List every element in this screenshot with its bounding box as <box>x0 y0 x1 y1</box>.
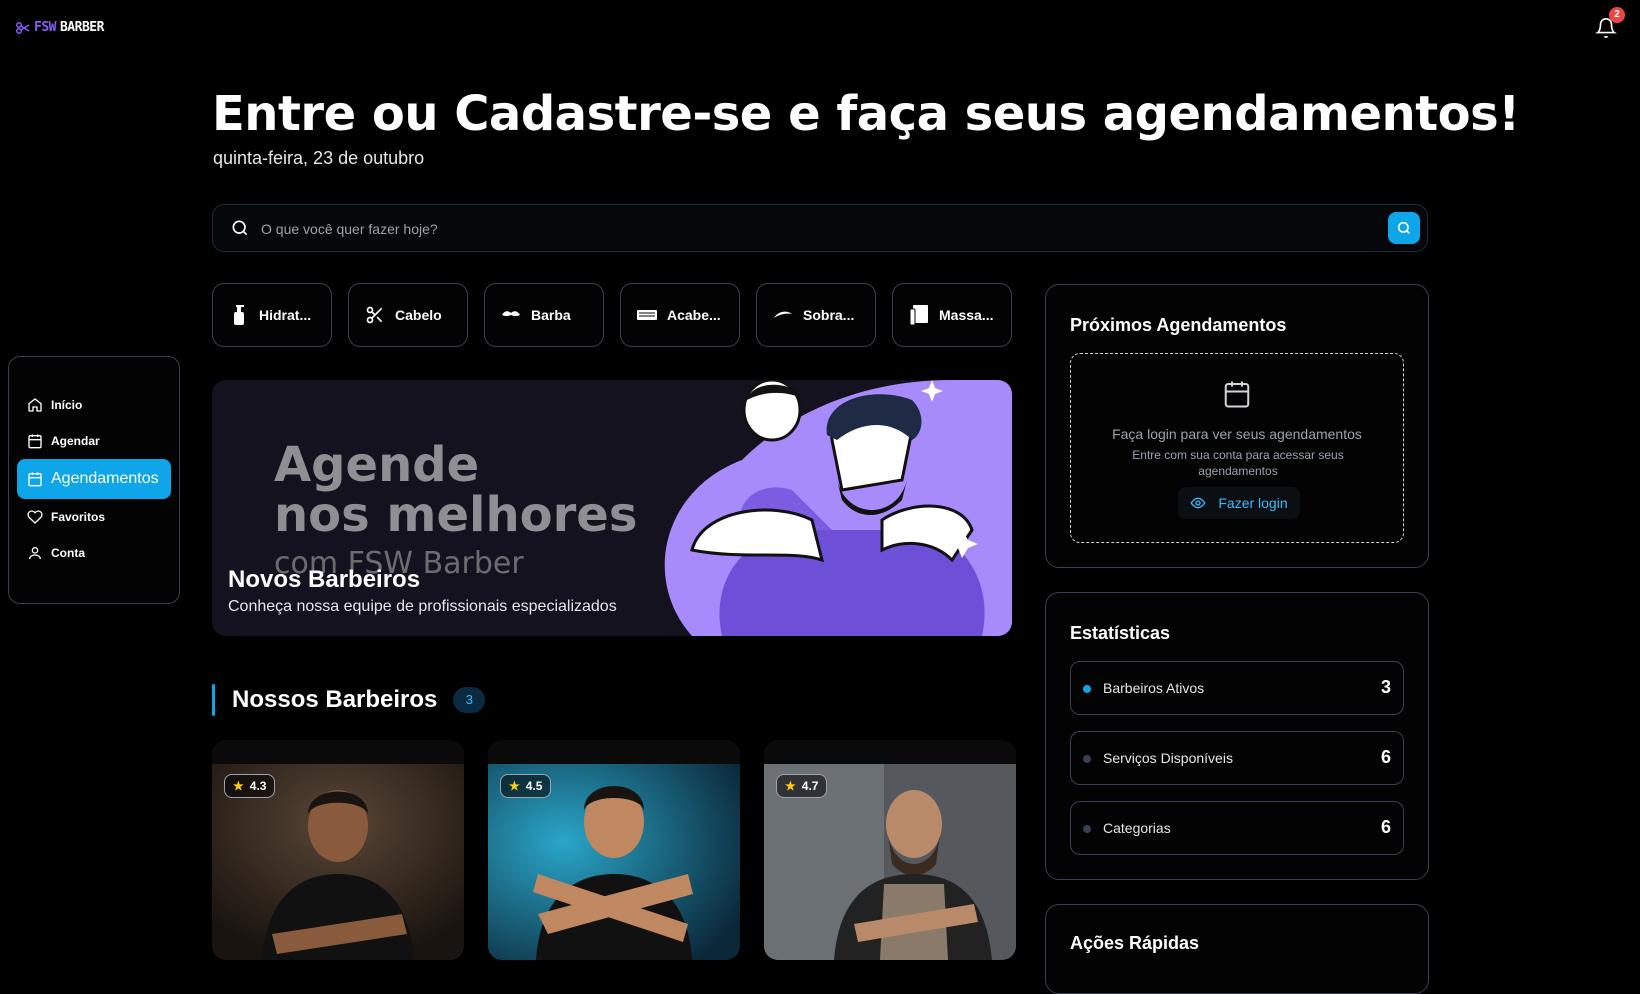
banner-bg-line: Agende <box>274 437 480 493</box>
banner-title: Novos Barbeiros <box>228 566 421 593</box>
sidebar-item-conta[interactable]: Conta <box>17 535 171 571</box>
banner-bg-line: nos melhores <box>274 487 638 543</box>
rating-value: 4.5 <box>525 779 543 793</box>
rating-badge: ★ 4.7 <box>776 774 828 798</box>
empty-appointments: Faça login para ver seus agendamentos En… <box>1070 353 1404 543</box>
category-label: Sobra... <box>803 307 855 323</box>
category-barba[interactable]: Barba <box>484 283 604 347</box>
stat-value: 3 <box>1380 677 1391 697</box>
sidebar-item-label: Agendar <box>51 434 100 448</box>
category-label: Acabe... <box>667 307 721 323</box>
user-icon <box>27 545 43 561</box>
barber-card[interactable]: ★ 4.5 <box>488 740 740 960</box>
rating-value: 4.7 <box>801 779 819 793</box>
sidebar-item-label: Favoritos <box>51 510 106 524</box>
calendar-icon <box>27 433 43 449</box>
sidebar-item-agendamentos[interactable]: Agendamentos <box>17 459 171 499</box>
category-list: Hidrat... Cabelo Barba Acabe... Sobra...… <box>212 283 1012 347</box>
stat-label: Categorias <box>1103 820 1171 836</box>
barbers-section-header: Nossos Barbeiros 3 <box>212 684 486 716</box>
category-label: Barba <box>531 307 571 323</box>
barber-illustration <box>664 380 1012 636</box>
empty-title: Faça login para ver seus agendamentos <box>1112 426 1362 442</box>
category-cabelo[interactable]: Cabelo <box>348 283 468 347</box>
search-button[interactable] <box>1388 212 1420 244</box>
search-bar <box>212 204 1428 252</box>
sidebar-item-agendar[interactable]: Agendar <box>17 423 171 459</box>
search-input[interactable] <box>261 217 1361 241</box>
logo-suffix: BARBER <box>59 20 104 35</box>
search-icon <box>230 218 250 243</box>
category-hidratacao[interactable]: Hidrat... <box>212 283 332 347</box>
panel-title: Estatísticas <box>1070 623 1171 643</box>
login-button[interactable]: Fazer login <box>1178 487 1300 519</box>
status-dot <box>1083 685 1091 693</box>
stat-row: Barbeiros Ativos 3 <box>1070 661 1404 715</box>
stat-value: 6 <box>1380 817 1391 837</box>
towel-icon <box>909 305 929 325</box>
stat-label: Barbeiros Ativos <box>1103 680 1205 696</box>
star-icon: ★ <box>509 779 520 793</box>
mustache-icon <box>501 305 521 325</box>
panel-title: Próximos Agendamentos <box>1070 315 1287 335</box>
category-sobrancelha[interactable]: Sobra... <box>756 283 876 347</box>
rating-badge: ★ 4.5 <box>500 774 552 798</box>
calendar-icon <box>1222 378 1252 415</box>
sidebar-item-inicio[interactable]: Início <box>17 387 171 423</box>
category-label: Hidrat... <box>259 307 312 323</box>
status-dot <box>1083 825 1091 833</box>
section-accent-bar <box>212 684 215 716</box>
scissors-logo-icon <box>16 21 30 34</box>
stat-row: Categorias 6 <box>1070 801 1404 855</box>
heart-icon <box>27 509 43 525</box>
star-icon: ★ <box>233 779 244 793</box>
home-icon <box>27 397 43 413</box>
count-badge: 3 <box>453 687 486 713</box>
logo[interactable]: FSW BARBER <box>16 20 104 35</box>
promo-banner[interactable]: Agende nos melhores com FSW Barber Novos… <box>212 380 1012 636</box>
rating-value: 4.3 <box>249 779 267 793</box>
barber-card[interactable]: ★ 4.3 <box>212 740 464 960</box>
razor-icon <box>637 305 657 325</box>
sidebar-item-label: Conta <box>51 546 85 560</box>
banner-bg-heading: Agende nos melhores <box>274 440 637 540</box>
bottle-icon <box>229 305 249 325</box>
eyebrow-icon <box>773 305 793 325</box>
stat-row: Serviços Disponíveis 6 <box>1070 731 1404 785</box>
stat-label: Serviços Disponíveis <box>1103 750 1233 766</box>
star-icon: ★ <box>785 779 796 793</box>
quick-actions-panel: Ações Rápidas <box>1045 904 1429 994</box>
appointments-panel: Próximos Agendamentos Faça login para ve… <box>1045 284 1429 568</box>
sidebar-item-label: Início <box>51 398 83 412</box>
logo-prefix: FSW <box>34 20 56 35</box>
panel-title: Ações Rápidas <box>1070 933 1200 953</box>
empty-subtitle: Entre com sua conta para acessar seus ag… <box>1132 448 1344 478</box>
eye-icon <box>1190 497 1206 509</box>
top-bar: FSW BARBER 2 <box>0 0 1640 56</box>
banner-subtitle: Conheça nossa equipe de profissionais es… <box>228 598 617 615</box>
sidebar: Início Agendar Agendamentos Favoritos Co… <box>8 356 180 604</box>
search-icon <box>1397 221 1410 234</box>
barber-list: ★ 4.3 ★ 4.5 ★ 4.7 <box>212 740 1016 960</box>
stat-value: 6 <box>1380 747 1391 767</box>
status-dot <box>1083 755 1091 763</box>
category-massagem[interactable]: Massa... <box>892 283 1012 347</box>
date-label: quinta-feira, 23 de outubro <box>213 148 425 168</box>
sidebar-item-favoritos[interactable]: Favoritos <box>17 499 171 535</box>
sidebar-item-label: Agendamentos <box>51 470 159 487</box>
scissors-icon <box>365 305 385 325</box>
category-acabamento[interactable]: Acabe... <box>620 283 740 347</box>
stats-panel: Estatísticas Barbeiros Ativos 3 Serviços… <box>1045 592 1429 880</box>
category-label: Cabelo <box>395 307 442 323</box>
category-label: Massa... <box>939 307 994 323</box>
calendar-icon <box>27 471 43 487</box>
notification-badge: 2 <box>1609 7 1625 23</box>
login-label: Fazer login <box>1218 495 1288 511</box>
section-title: Nossos Barbeiros <box>232 686 438 713</box>
barber-card[interactable]: ★ 4.7 <box>764 740 1016 960</box>
rating-badge: ★ 4.3 <box>224 774 276 798</box>
page-title: Entre ou Cadastre-se e faça seus agendam… <box>212 86 1520 142</box>
